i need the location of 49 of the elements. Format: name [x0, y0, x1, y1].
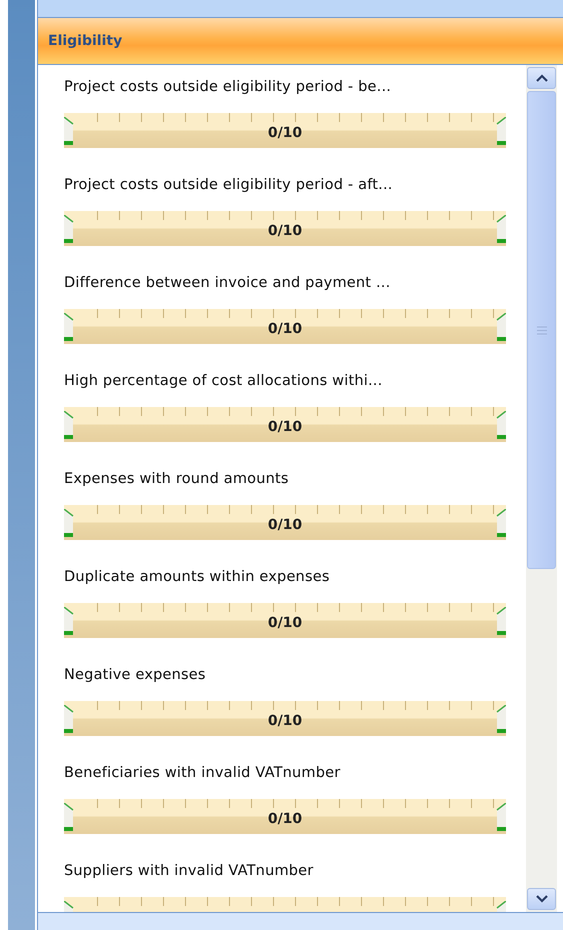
scrollbar[interactable]	[526, 65, 557, 912]
slider-thumb[interactable]	[495, 509, 506, 537]
range-slider[interactable]: 0/10	[64, 309, 506, 344]
slider-thumb[interactable]	[495, 215, 506, 243]
range-slider[interactable]: 0/10	[64, 701, 506, 736]
range-slider[interactable]: 0/10	[64, 799, 506, 834]
slider-thumb[interactable]	[495, 803, 506, 831]
slider-thumb[interactable]	[495, 411, 506, 439]
slider-reading: 0/10	[268, 516, 302, 532]
range-slider[interactable]: 0/10	[64, 211, 506, 246]
chevron-down-icon	[536, 895, 548, 903]
slider-reading: 0/10	[268, 222, 302, 238]
filter-label: Negative expenses	[64, 666, 207, 685]
slider-thumb[interactable]	[64, 607, 75, 635]
filter-label: Suppliers with invalid VATnumber	[64, 862, 314, 881]
filter-label: Project costs outside eligibility period - be...	[64, 78, 392, 97]
scroll-down-button[interactable]	[527, 888, 556, 910]
slider-thumb[interactable]	[495, 313, 506, 341]
filter-label: Expenses with round amounts	[64, 470, 290, 489]
slider-thumb[interactable]	[64, 803, 75, 831]
slider-reading: 0/10	[268, 712, 302, 728]
range-slider[interactable]: 0/10	[64, 505, 506, 540]
slider-thumb[interactable]	[495, 607, 506, 635]
panel-title: Eligibility	[48, 33, 122, 49]
range-slider[interactable]: 0/10	[64, 113, 506, 148]
slider-reading: 0/10	[268, 614, 302, 630]
filter-label: High percentage of cost allocations withi...	[64, 372, 384, 391]
slider-reading: 0/10	[268, 124, 302, 140]
slider-thumb[interactable]	[64, 117, 75, 145]
filter-label: Beneficiaries with invalid VATnumber	[64, 764, 342, 783]
slider-reading: 0/10	[268, 810, 302, 826]
filter-label: Difference between invoice and payment ...	[64, 274, 392, 293]
filter-label: Duplicate amounts within expenses	[64, 568, 331, 587]
scroll-thumb[interactable]	[527, 91, 556, 569]
slider-thumb[interactable]	[495, 117, 506, 145]
slider-thumb[interactable]	[495, 705, 506, 733]
slider-thumb[interactable]	[64, 509, 75, 537]
filter-label: Project costs outside eligibility period - aft...	[64, 176, 394, 195]
scroll-up-button[interactable]	[527, 67, 556, 89]
slider-reading: 0/10	[268, 320, 302, 336]
grip-icon	[536, 326, 546, 334]
range-slider[interactable]: 0/10	[64, 407, 506, 442]
slider-reading: 0/10	[268, 418, 302, 434]
chevron-up-icon	[536, 74, 548, 82]
range-slider[interactable]: 0/10	[64, 603, 506, 638]
slider-thumb[interactable]	[64, 215, 75, 243]
slider-thumb[interactable]	[64, 411, 75, 439]
slider-thumb[interactable]	[64, 705, 75, 733]
slider-thumb[interactable]	[64, 313, 75, 341]
